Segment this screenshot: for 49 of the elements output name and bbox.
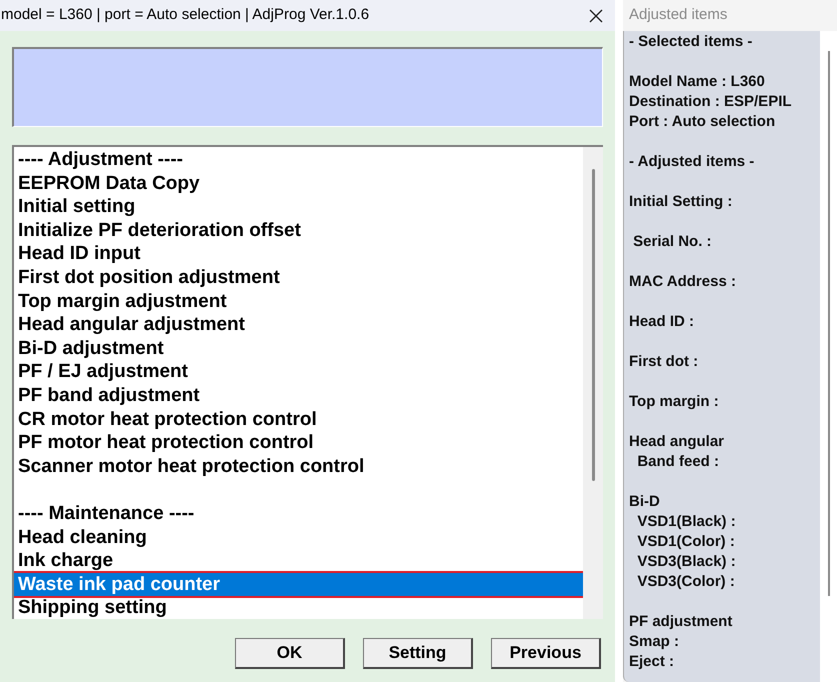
list-item[interactable]: Initialize PF deterioration offset (18, 218, 583, 242)
panel-text: VSD3(Color) : (636, 572, 736, 592)
list-item[interactable]: Scanner motor heat protection control (18, 454, 583, 478)
list-item[interactable]: Top margin adjustment (18, 290, 583, 314)
list-item[interactable]: First dot position adjustment (18, 266, 583, 290)
scrollbar[interactable] (820, 31, 837, 682)
panel-text: Head angular (629, 432, 726, 452)
list-item[interactable]: Head ID input (18, 242, 583, 266)
panel-text: Band feed : (636, 452, 720, 472)
dialog-button[interactable]: Setting (363, 638, 473, 669)
panel-text: Bi-D (629, 492, 661, 512)
list-item[interactable]: Ink charge (18, 549, 583, 573)
panel-text: Head ID : (629, 312, 696, 332)
panel-text: Smap : (629, 632, 680, 652)
panel-text: - Selected items - (629, 32, 754, 52)
list-item[interactable]: EEPROM Data Copy (18, 172, 583, 196)
panel-text: PF adjustment (629, 612, 734, 632)
list-item[interactable]: PF / EJ adjustment (18, 360, 583, 384)
panel-text: VSD1(Black) : (636, 512, 737, 532)
list-item[interactable]: ---- Maintenance ---- (18, 502, 583, 526)
panel-text: Eject : (629, 652, 676, 672)
close-icon[interactable] (589, 8, 603, 22)
list-item[interactable]: Initial setting (18, 195, 583, 219)
window-title: model = L360 | port = Auto selection | AdjProg Ver.1.0.6 (0, 5, 370, 26)
list-item[interactable]: Head angular adjustment (18, 313, 583, 337)
list-item[interactable]: PF band adjustment (18, 384, 583, 408)
dialog-button[interactable]: Previous (491, 638, 601, 669)
scrollbar[interactable] (583, 147, 603, 619)
panel-text: First dot : (629, 352, 700, 372)
list-box[interactable] (12, 145, 603, 619)
list-item[interactable]: Head cleaning (18, 526, 583, 550)
panel-text: Port : Auto selection (629, 112, 776, 132)
list-item[interactable]: CR motor heat protection control (18, 408, 583, 432)
list-item[interactable]: Bi-D adjustment (18, 336, 583, 360)
panel-text: Serial No. : (632, 232, 713, 252)
list-item[interactable]: Waste ink pad counter (14, 572, 583, 596)
dialog-button[interactable]: OK (235, 638, 345, 669)
list-item[interactable]: ---- Adjustment ---- (18, 148, 583, 172)
panel-text: VSD3(Black) : (636, 552, 737, 572)
panel-text: MAC Address : (629, 272, 737, 292)
list-item[interactable]: PF motor heat protection control (18, 431, 583, 455)
panel-text: VSD1(Color) : (636, 532, 736, 552)
panel-text: Destination : ESP/EPIL (629, 92, 793, 112)
panel-text: Top margin : (629, 392, 720, 412)
panel-title: Adjusted items (629, 5, 728, 26)
panel-text: - Adjusted items - (629, 152, 756, 172)
list-item[interactable]: Shipping setting (18, 596, 583, 619)
panel-text: Model Name : L360 (629, 72, 766, 92)
panel-text: Initial Setting : (629, 192, 734, 212)
